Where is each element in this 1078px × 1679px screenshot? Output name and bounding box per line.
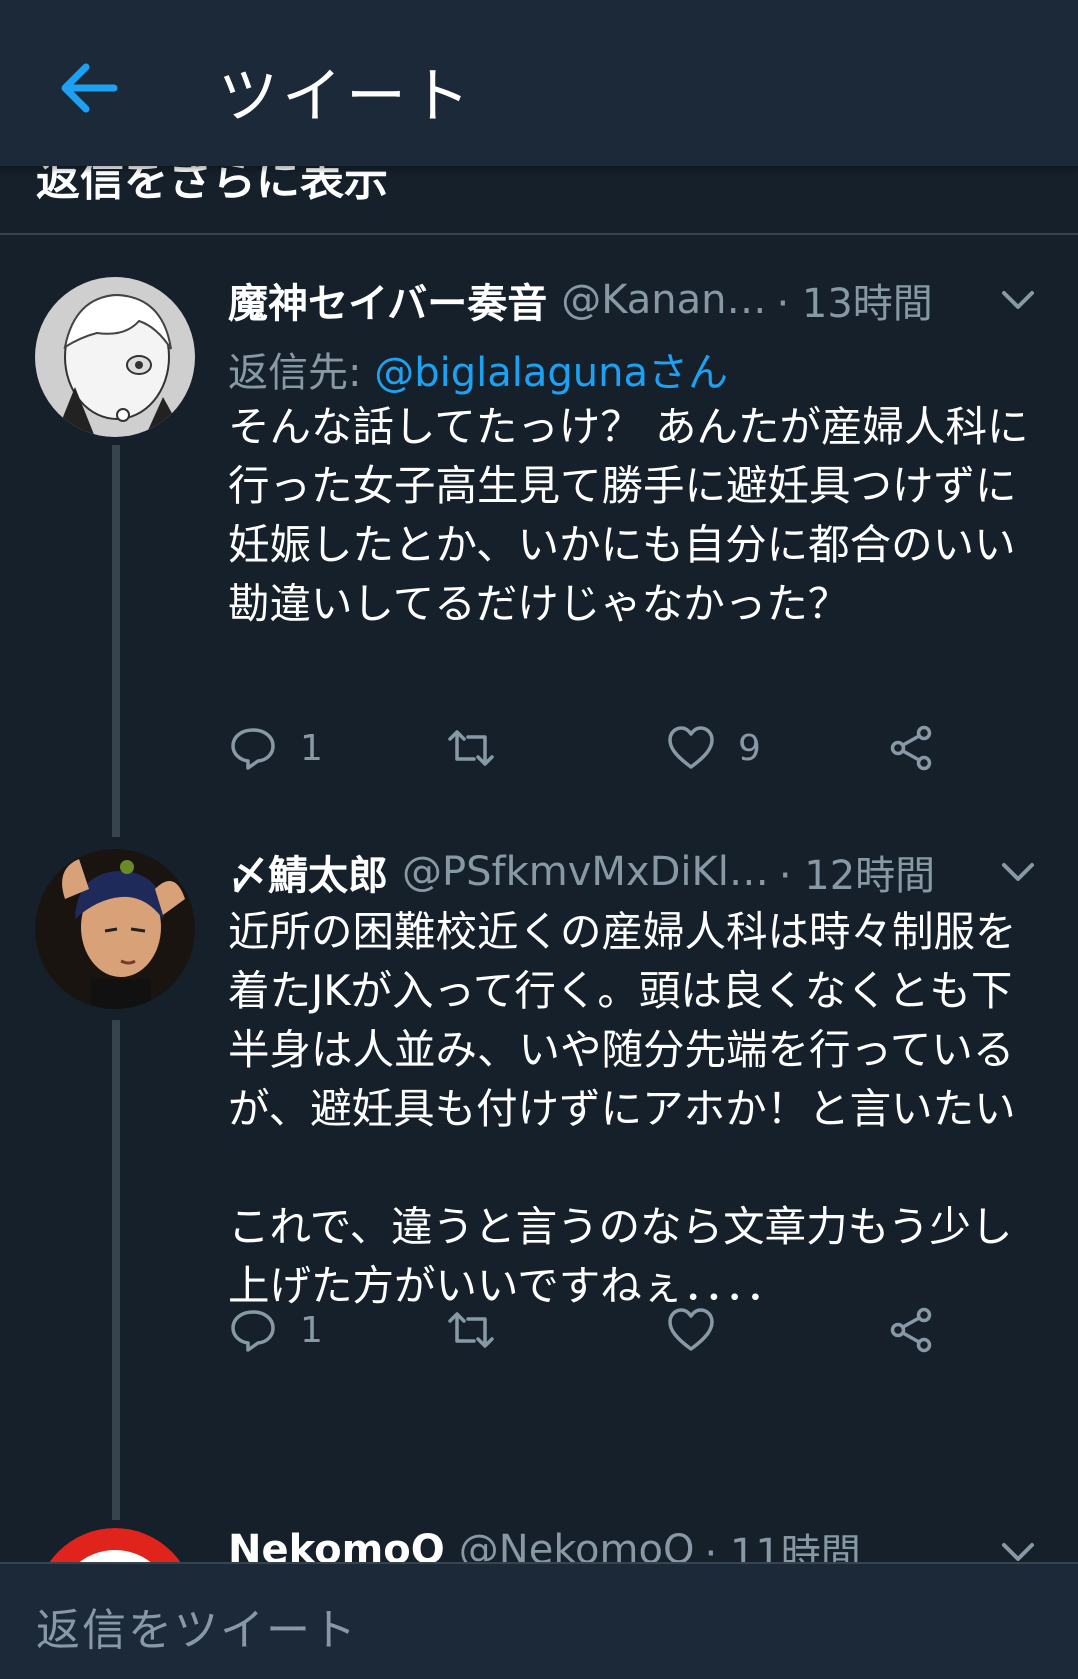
reply-icon	[231, 1310, 275, 1352]
reply-count: 1	[300, 1309, 323, 1351]
reply-button[interactable]: 1	[228, 720, 323, 776]
reply-to-prefix: 返信先:	[228, 350, 375, 396]
user-handle[interactable]: @PSfkmvMxDiKl…	[402, 849, 769, 895]
tweet-menu-button[interactable]	[998, 852, 1038, 892]
reply-count: 1	[300, 727, 323, 769]
reply-to-mention[interactable]: @biglalagunaさん	[374, 350, 728, 396]
page-title: ツイート	[218, 62, 474, 132]
share-icon	[890, 1307, 932, 1353]
retweet-button[interactable]	[446, 1302, 518, 1358]
chevron-down-icon	[1002, 863, 1034, 881]
tweet-actions: 1	[228, 1302, 988, 1358]
tweet-header: 魔神セイバー奏音 @Kanan… · 13時間	[228, 272, 1018, 328]
tweet-header: 〆鯖太郎 @PSfkmvMxDiKl… · 12時間	[228, 844, 1018, 900]
avatar-image	[35, 849, 195, 1009]
retweet-icon	[448, 730, 494, 766]
avatar-image	[35, 277, 195, 437]
top-app-bar: ツイート	[0, 0, 1078, 166]
tweet-text: 近所の困難校近くの産婦人科は時々制服を着たJKが入って行く。頭は良くなくとも下半…	[228, 907, 1017, 1310]
retweet-icon	[448, 1312, 494, 1348]
arrow-left-icon	[61, 63, 118, 113]
reply-button[interactable]: 1	[228, 1302, 323, 1358]
timestamp[interactable]: · 12時間	[779, 843, 935, 901]
share-icon	[890, 725, 932, 771]
heart-icon	[668, 1308, 714, 1351]
like-button[interactable]	[666, 1302, 738, 1358]
tweet-actions: 1 9	[228, 720, 988, 776]
share-button[interactable]	[886, 1302, 936, 1358]
reply-compose-bar[interactable]: 返信をツイート	[0, 1562, 1078, 1679]
tweet-text: そんな話してたっけ？ あんたが産婦人科に行った女子高生見て勝手に避妊具つけずに妊…	[228, 402, 1029, 628]
user-name[interactable]: 魔神セイバー奏音	[228, 271, 547, 329]
back-button[interactable]	[52, 52, 124, 124]
timestamp[interactable]: · 13時間	[776, 271, 932, 329]
like-button[interactable]: 9	[666, 720, 761, 776]
avatar[interactable]	[35, 277, 195, 437]
heart-icon	[668, 726, 714, 769]
divider	[0, 233, 1078, 235]
reply-icon	[231, 728, 275, 770]
reply-input[interactable]: 返信をツイート	[36, 1594, 358, 1658]
thread-line	[112, 445, 120, 837]
user-handle[interactable]: @Kanan…	[561, 277, 766, 323]
reply-to-line: 返信先: @biglalagunaさん	[228, 340, 728, 398]
like-count: 9	[738, 727, 761, 769]
thread-line	[112, 1020, 120, 1520]
avatar[interactable]	[35, 849, 195, 1009]
chevron-down-icon	[1002, 291, 1034, 309]
user-name[interactable]: 〆鯖太郎	[228, 843, 388, 901]
share-button[interactable]	[886, 720, 936, 776]
tweet-menu-button[interactable]	[998, 280, 1038, 320]
retweet-button[interactable]	[446, 720, 518, 776]
